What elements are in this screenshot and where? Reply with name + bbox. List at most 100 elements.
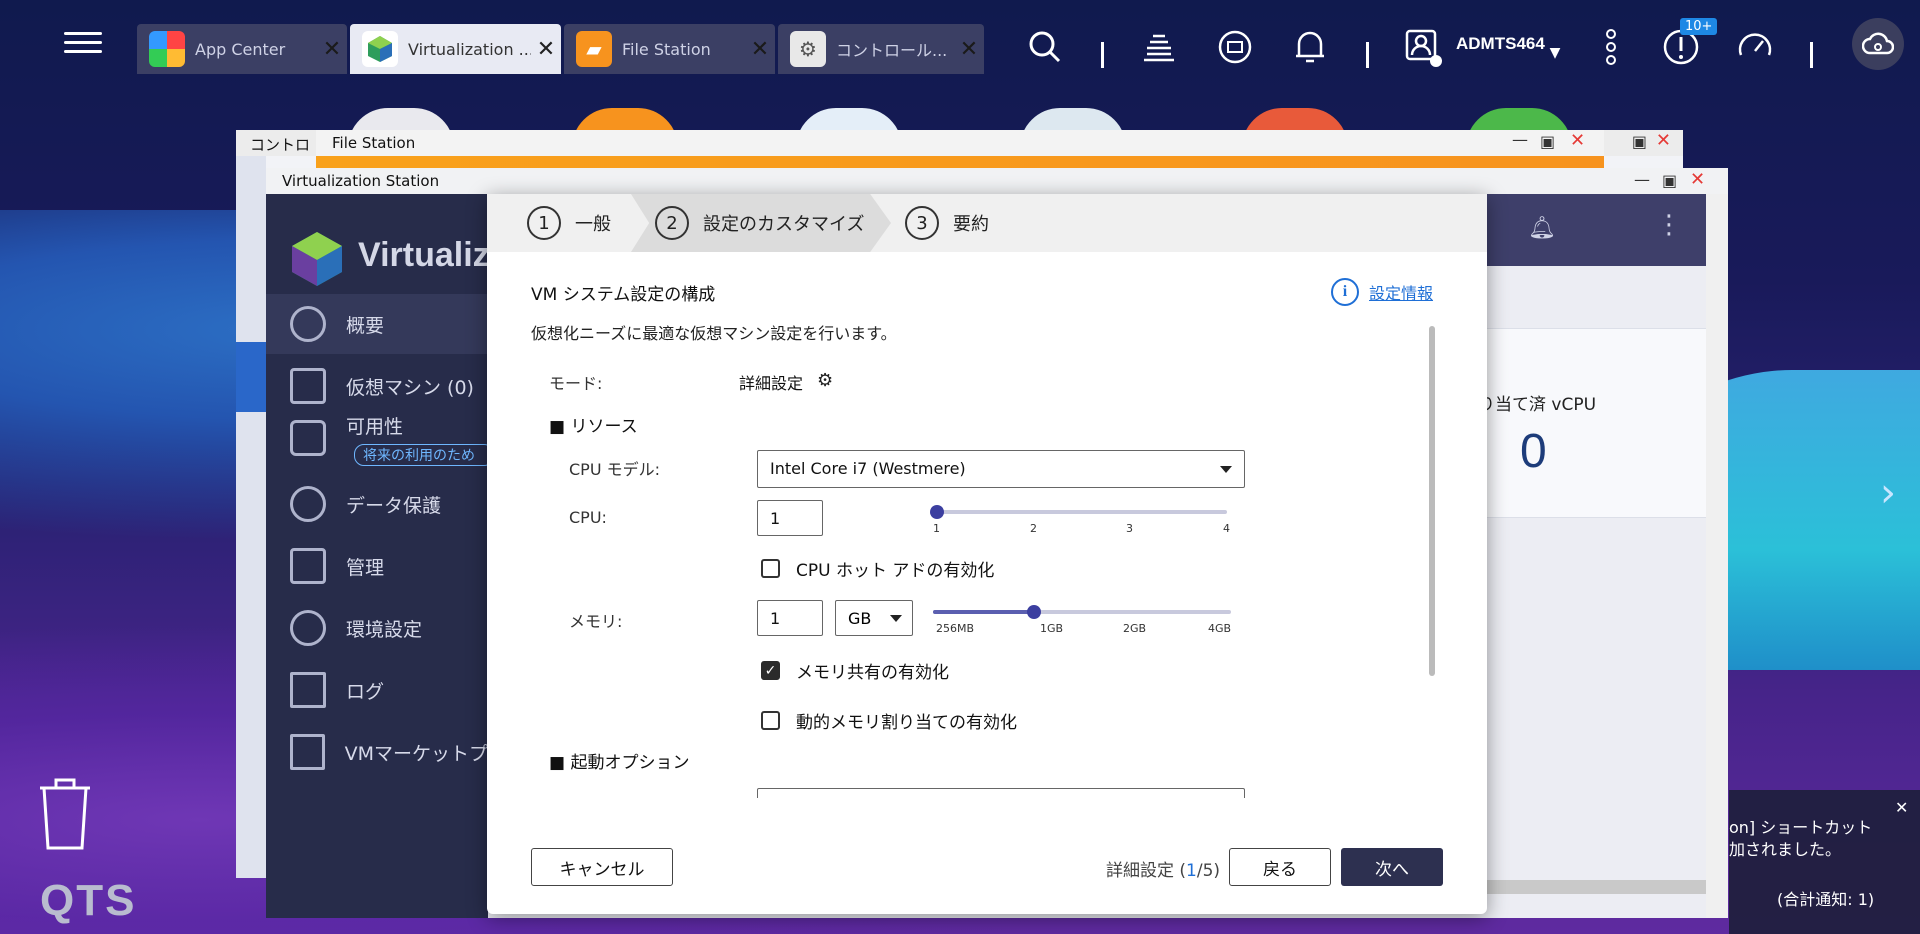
slider-tick: 4GB <box>1208 622 1232 635</box>
maximize-icon[interactable]: ▣ <box>1632 132 1647 151</box>
nav-overview[interactable]: 概要 <box>266 294 488 354</box>
main-menu-icon[interactable] <box>64 26 102 60</box>
dynamic-memory-checkbox[interactable]: 動的メモリ割り当ての有効化 <box>761 708 1017 733</box>
tab-app-center[interactable]: App Center ✕ <box>137 24 347 74</box>
nav-management[interactable]: 管理 <box>266 536 488 596</box>
checkbox[interactable] <box>761 711 780 730</box>
vcpu-card <box>1486 328 1716 518</box>
close-icon[interactable]: ✕ <box>1570 130 1585 151</box>
close-icon[interactable]: ✕ <box>1895 798 1908 817</box>
slider-tick: 1GB <box>1040 622 1064 635</box>
step-general: 1 一般 <box>527 194 611 252</box>
dialog-description: 仮想化ニーズに最適な仮想マシン設定を行います。 <box>531 324 897 343</box>
chevron-down-icon <box>890 615 902 622</box>
vcpu-value: 0 <box>1520 425 1547 478</box>
close-icon[interactable]: ✕ <box>1690 169 1705 190</box>
settings-info-link[interactable]: i 設定情報 <box>1331 278 1433 306</box>
separator <box>1366 42 1369 68</box>
bell-icon[interactable] <box>1287 24 1333 70</box>
boot-select[interactable] <box>757 788 1245 798</box>
separator <box>1810 42 1813 68</box>
notification-badge: 10+ <box>1680 18 1718 35</box>
pager-suffix: /5) <box>1196 861 1221 881</box>
more-options-icon[interactable] <box>1588 24 1634 70</box>
virt-sidebar: Virtualiz 概要 仮想マシン (0) 可用性 データ保護 管理 環境設定… <box>266 194 490 918</box>
cpu-model-select[interactable]: Intel Core i7 (Westmere) <box>757 450 1245 488</box>
cpu-label: CPU: <box>569 508 607 527</box>
memory-unit-select[interactable]: GB <box>835 600 913 636</box>
close-icon[interactable]: ✕ <box>317 37 347 62</box>
nav-logs[interactable]: ログ <box>266 660 488 720</box>
trash-icon[interactable] <box>36 776 94 856</box>
qts-logo: QTS <box>40 876 137 925</box>
chevron-right-icon[interactable]: › <box>1880 470 1896 516</box>
step-summary: 3 要約 <box>905 194 989 252</box>
next-button[interactable]: 次へ <box>1341 848 1443 886</box>
nav-label: 概要 <box>346 314 385 337</box>
settings-info-label[interactable]: 設定情報 <box>1369 280 1433 304</box>
wrench-icon <box>290 548 326 584</box>
nav-data-protection[interactable]: データ保護 <box>266 474 488 534</box>
nav-vms[interactable]: 仮想マシン (0) <box>266 356 488 416</box>
close-icon[interactable]: ✕ <box>531 37 561 62</box>
vcpu-label: り当て済 vCPU <box>1478 395 1597 415</box>
log-icon <box>290 672 326 708</box>
gear-icon <box>290 610 326 646</box>
nav-vm-marketplace[interactable]: VMマーケットプ <box>266 722 488 782</box>
minimize-icon[interactable]: — <box>1512 130 1528 149</box>
nav-label: VMマーケットプ <box>344 742 488 765</box>
window-title: File Station <box>316 130 1604 156</box>
wizard-steps: 1 一般 2 設定のカスタマイズ 3 要約 <box>487 194 1487 252</box>
slider-fill <box>933 610 1033 614</box>
nav-label: 仮想マシン (0) <box>346 376 474 399</box>
more-options-icon[interactable]: ⋮ <box>1656 210 1682 240</box>
tab-control-panel[interactable]: ⚙ コントロール... ✕ <box>778 24 984 74</box>
checkbox-label: CPU ホット アドの有効化 <box>796 561 995 581</box>
slider-knob[interactable] <box>1027 605 1041 619</box>
search-icon[interactable] <box>1022 24 1068 70</box>
close-icon[interactable]: ✕ <box>745 37 775 62</box>
maximize-icon[interactable]: ▣ <box>1540 132 1555 151</box>
tab-virtualization[interactable]: Virtualization ... ✕ <box>350 24 561 74</box>
step-customize: 2 設定のカスタマイズ <box>655 194 864 252</box>
back-button[interactable]: 戻る <box>1229 848 1331 886</box>
memory-input[interactable]: 1 <box>757 600 823 636</box>
sync-icon[interactable] <box>1212 24 1258 70</box>
dialog-scrollbar[interactable] <box>1429 326 1435 676</box>
tab-label: Virtualization ... <box>408 39 531 59</box>
gear-icon: ⚙ <box>790 31 826 67</box>
vertical-scrollbar[interactable] <box>1706 194 1728 918</box>
resources-section: ■ リソース <box>549 417 638 437</box>
close-icon[interactable]: ✕ <box>954 37 984 62</box>
mode-label: モード: <box>549 374 603 393</box>
slider-tick: 256MB <box>936 622 975 635</box>
dashboard-icon[interactable] <box>1732 24 1778 70</box>
chevron-down-icon[interactable]: ▼ <box>1532 30 1578 76</box>
cancel-button[interactable]: キャンセル <box>531 848 673 886</box>
user-icon[interactable] <box>1400 24 1446 70</box>
step-pager: 詳細設定 (1/5) <box>1106 856 1220 881</box>
slider-knob[interactable] <box>930 505 944 519</box>
nav-label: 環境設定 <box>346 618 423 641</box>
nav-label: データ保護 <box>346 494 442 517</box>
checkbox-checked[interactable]: ✓ <box>761 661 780 680</box>
minimize-icon[interactable]: — <box>1634 170 1650 189</box>
memory-share-checkbox[interactable]: ✓ メモリ共有の有効化 <box>761 658 949 683</box>
control-sidebar-selected[interactable] <box>236 342 266 412</box>
checkbox[interactable] <box>761 559 780 578</box>
availability-sub-badge: 将来の利用のため <box>354 444 494 466</box>
cloud-icon[interactable] <box>1852 18 1904 70</box>
close-icon[interactable]: ✕ <box>1656 130 1671 151</box>
stack-icon[interactable] <box>1136 24 1182 70</box>
gear-icon[interactable]: ⚙ <box>817 370 833 391</box>
tab-file-station[interactable]: ▰ File Station ✕ <box>564 24 775 74</box>
data-protection-icon <box>290 486 326 522</box>
nav-preferences[interactable]: 環境設定 <box>266 598 488 658</box>
cpu-count-input[interactable]: 1 <box>757 500 823 536</box>
window-title: Virtualization Station <box>266 168 1728 194</box>
file-station-accent-bar <box>316 156 1604 168</box>
availability-icon <box>290 420 326 456</box>
bell-icon[interactable]: 🔔︎ <box>1528 216 1556 241</box>
maximize-icon[interactable]: ▣ <box>1662 171 1677 190</box>
cpu-hotplug-checkbox[interactable]: CPU ホット アドの有効化 <box>761 556 994 581</box>
